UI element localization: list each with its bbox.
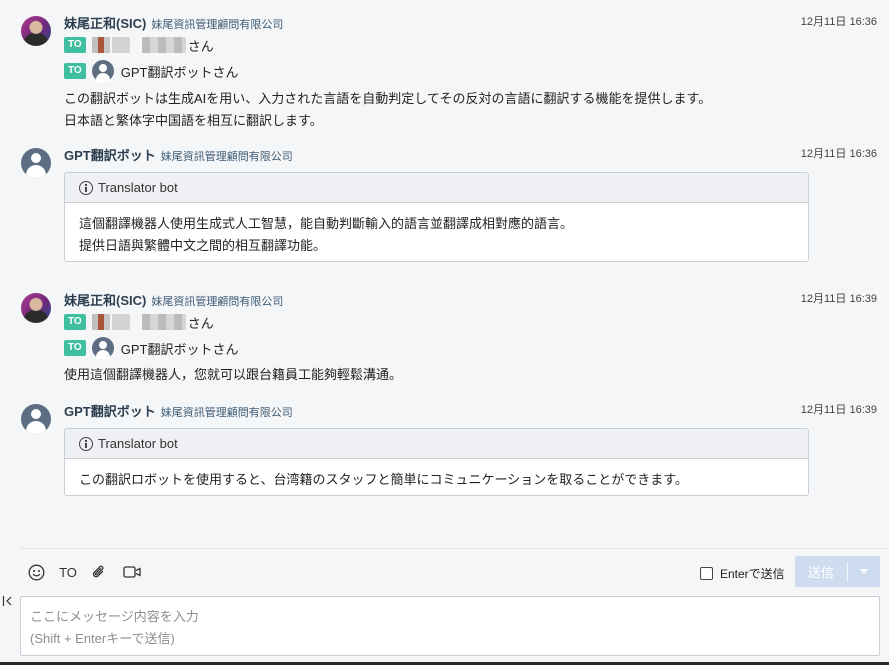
message-text: この翻訳ボットは生成AIを用い、入力された言語を自動判定してその反対の言語に翻訳… [64, 91, 712, 106]
sender-org: 妹尾資訊管理顧問有限公司 [160, 407, 293, 419]
sender-org: 妹尾資訊管理顧問有限公司 [151, 19, 284, 31]
message-timestamp: 12月11日 16:39 [800, 293, 877, 305]
composer-divider [20, 548, 889, 549]
message-input[interactable]: ここにメッセージ内容を入力 (Shift + Enterキーで送信) [20, 596, 880, 656]
redacted-avatar [91, 314, 110, 330]
paperclip-icon[interactable] [90, 563, 108, 581]
card-title: Translator bot [98, 436, 178, 451]
enter-to-send-checkbox[interactable] [700, 567, 713, 580]
sender-name[interactable]: GPT翻訳ボット 妹尾資訊管理顧問有限公司 [64, 145, 293, 164]
message-text: 日本語と繁体字中国語を相互に翻訳します。 [64, 113, 323, 128]
message-timestamp: 12月11日 16:36 [800, 148, 877, 160]
default-user-icon[interactable] [21, 404, 51, 434]
card-text: 這個翻譯機器人使用生成式人工智慧，能自動判斷輸入的語言並翻譯成相對應的語言。 [79, 216, 574, 231]
card-text: この翻訳ロボットを使用すると、台湾籍のスタッフと簡単にコミュニケーションを取るこ… [79, 472, 688, 487]
enter-to-send-label: Enterで送信 [720, 567, 785, 581]
card-header: Translator bot [65, 429, 808, 459]
redacted-name [141, 314, 186, 330]
info-icon [79, 180, 93, 195]
user-icon [91, 60, 114, 82]
to-mention: TO GPT翻訳ボットさん [64, 60, 238, 82]
sender-label[interactable]: GPT翻訳ボット [64, 404, 156, 419]
avatar[interactable] [21, 16, 51, 46]
sender-label[interactable]: GPT翻訳ボット [64, 148, 156, 163]
to-name: さん [187, 38, 214, 54]
to-button[interactable]: TO [58, 563, 78, 581]
to-badge: TO [64, 340, 86, 356]
to-name: GPT翻訳ボットさん [120, 64, 239, 80]
to-badge: TO [64, 37, 86, 53]
sender-org: 妹尾資訊管理顧問有限公司 [151, 296, 284, 308]
info-icon [79, 436, 93, 451]
translation-card: Translator bot この翻訳ロボットを使用すると、台湾籍のスタッフと簡… [64, 428, 809, 496]
redacted-name [141, 37, 186, 53]
sender-name[interactable]: 妹尾正和(SIC) 妹尾資訊管理顧問有限公司 [64, 290, 283, 309]
avatar[interactable] [21, 293, 51, 323]
card-header: Translator bot [65, 173, 808, 203]
chevron-down-icon[interactable] [848, 569, 880, 574]
smile-icon[interactable] [27, 563, 45, 581]
enter-to-send-toggle[interactable]: Enterで送信 [700, 565, 785, 582]
send-label: 送信 [807, 565, 834, 580]
sender-label[interactable]: 妹尾正和(SIC) [64, 293, 146, 308]
message-timeline[interactable]: 妹尾正和(SIC) 妹尾資訊管理顧問有限公司 12月11日 16:36 TO さん… [0, 0, 889, 548]
sender-name[interactable]: GPT翻訳ボット 妹尾資訊管理顧問有限公司 [64, 401, 293, 420]
card-body: この翻訳ロボットを使用すると、台湾籍のスタッフと簡単にコミュニケーションを取るこ… [65, 459, 808, 491]
card-body: 這個翻譯機器人使用生成式人工智慧，能自動判斷輸入的語言並翻譯成相對應的語言。 提… [65, 203, 808, 257]
card-title: Translator bot [98, 180, 178, 195]
redacted-avatar [91, 37, 110, 53]
send-button[interactable]: 送信 [795, 556, 880, 587]
card-text: 提供日語與繁體中文之間的相互翻譯功能。 [79, 238, 327, 253]
sender-name[interactable]: 妹尾正和(SIC) 妹尾資訊管理顧問有限公司 [64, 13, 283, 32]
redacted-name [111, 37, 130, 53]
video-camera-icon[interactable] [122, 563, 142, 581]
message-timestamp: 12月11日 16:36 [800, 16, 877, 28]
to-mention: TO GPT翻訳ボットさん [64, 337, 238, 359]
send-separator [847, 561, 848, 582]
to-mention: TO さん [64, 36, 214, 54]
user-icon [91, 337, 114, 359]
to-name: さん [187, 315, 214, 331]
sender-org: 妹尾資訊管理顧問有限公司 [160, 151, 293, 163]
to-badge: TO [64, 63, 86, 79]
to-name: GPT翻訳ボットさん [120, 341, 239, 357]
message-timestamp: 12月11日 16:39 [800, 404, 877, 416]
sender-label[interactable]: 妹尾正和(SIC) [64, 16, 146, 31]
to-mention: TO さん [64, 313, 214, 331]
to-badge: TO [64, 314, 86, 330]
redacted-name [111, 314, 130, 330]
composer-toolbar: TO Enterで送信 送信 [0, 556, 889, 590]
default-user-icon[interactable] [21, 148, 51, 178]
message-text: 使用這個翻譯機器人，您就可以跟台籍員工能夠輕鬆溝通。 [64, 367, 403, 382]
collapse-left-icon[interactable] [2, 594, 14, 608]
translation-card: Translator bot 這個翻譯機器人使用生成式人工智慧，能自動判斷輸入的… [64, 172, 809, 262]
